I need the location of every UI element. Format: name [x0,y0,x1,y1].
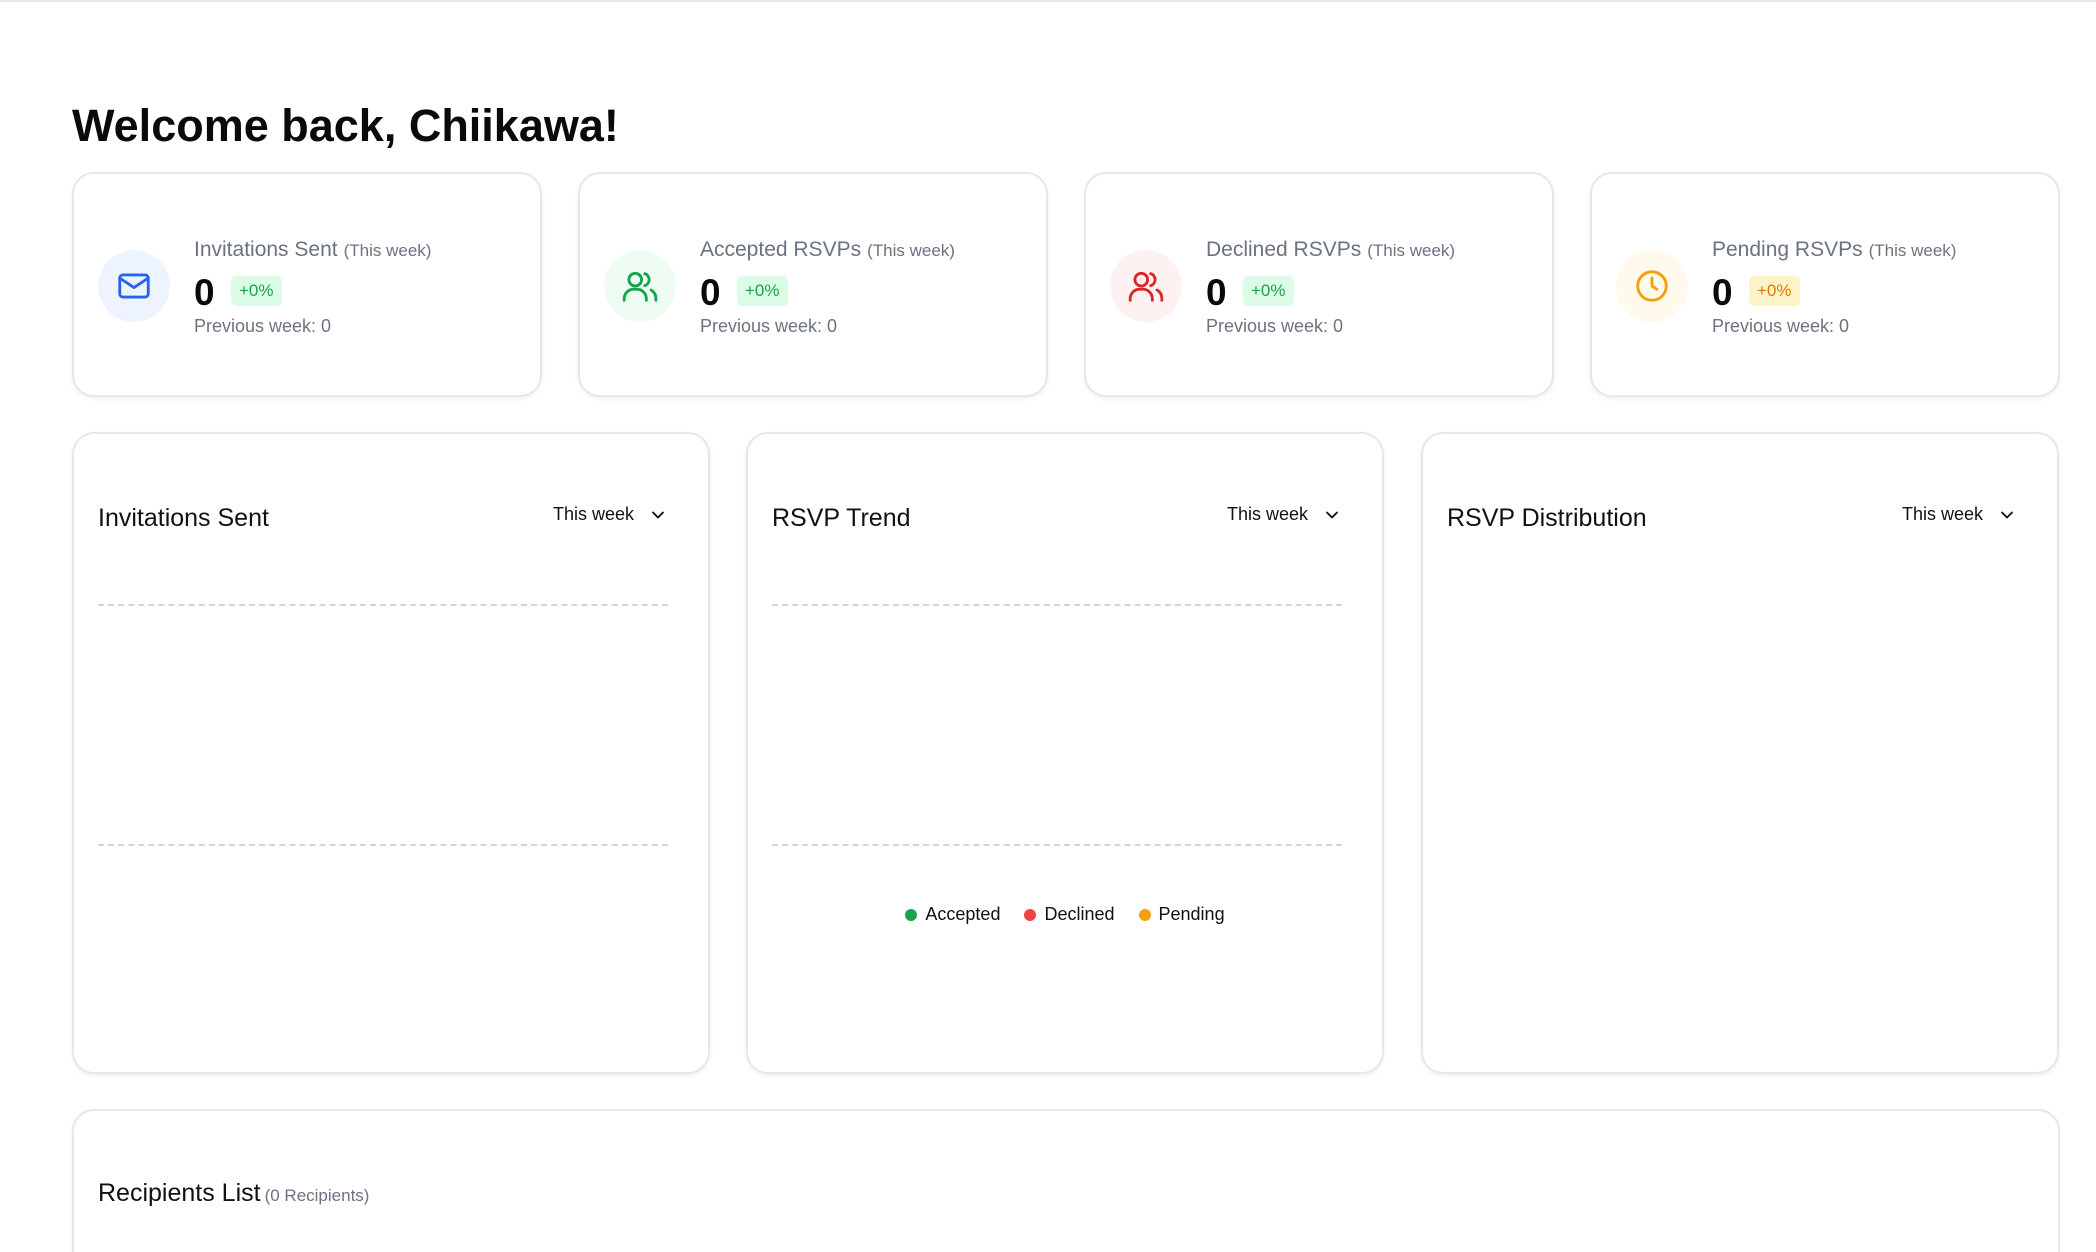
chart-gridline [772,604,1342,606]
chevron-down-icon [2001,511,2013,518]
stat-period: (This week) [1367,241,1456,260]
chart-gridline [772,844,1342,846]
stat-previous: Previous week: 0 [194,316,332,336]
stat-previous: Previous week: 0 [700,316,838,336]
chart-gridline [98,844,668,846]
mail-icon [98,250,170,322]
stat-change-badge: +0% [231,276,282,306]
stat-previous: Previous week: 0 [1206,316,1344,336]
top-border [0,0,2096,2]
stat-value: 0 [1206,272,1227,313]
stat-change-badge: +0% [737,276,788,306]
time-range-select[interactable]: This week [1902,504,2017,525]
time-range-label: This week [1226,504,1308,524]
time-range-label: This week [1901,504,1983,524]
stat-period: (This week) [867,241,955,260]
users-icon [604,250,676,322]
legend-item-declined[interactable]: Declined [1024,904,1115,925]
legend-item-pending[interactable]: Pending [1138,904,1225,925]
stat-period: (This week) [343,241,432,260]
rsvp-distribution-chart-card: RSVP Distribution This week [1421,432,2059,1074]
stat-value: 0 [700,272,721,313]
time-range-label: This week [552,504,634,524]
stat-card-accepted-rsvps: Accepted RSVPs (This week) 0 +0% Previous… [578,172,1048,397]
recipients-title: Recipients List [98,1179,261,1207]
stat-change-badge: +0% [1749,276,1800,306]
legend-label: Pending [1158,904,1225,924]
invitations-sent-chart-card: Invitations Sent This week [72,432,710,1074]
chart-title: Invitations Sent [98,504,269,532]
time-range-select[interactable]: This week [1227,504,1342,525]
stat-label: Accepted RSVPs [700,238,862,261]
stat-value: 0 [194,272,215,313]
chart-legend: Accepted Declined Pending [748,904,1382,925]
chart-gridline [98,604,668,606]
stat-label: Declined RSVPs [1206,238,1362,261]
rsvp-trend-chart-card: RSVP Trend This week Accepted Declined P… [746,432,1384,1074]
stat-label: Invitations Sent [194,238,338,261]
clock-icon [1616,250,1688,322]
legend-dot [1024,908,1037,921]
page-title: Welcome back, Chiikawa! [72,100,619,151]
stat-card-invitations-sent: Invitations Sent (This week) 0 +0% Previo… [72,172,542,397]
legend-dot [1138,908,1151,921]
stat-card-declined-rsvps: Declined RSVPs (This week) 0 +0% Previous… [1084,172,1554,397]
recipients-list-card: Recipients List (0 Recipients) [72,1109,2060,1252]
legend-dot [905,908,918,921]
users-icon [1110,250,1182,322]
stat-previous: Previous week: 0 [1712,316,1850,336]
chart-title: RSVP Trend [772,504,911,532]
stat-label: Pending RSVPs [1712,238,1863,261]
chart-title: RSVP Distribution [1447,504,1647,532]
chevron-down-icon [652,511,664,518]
legend-item-accepted[interactable]: Accepted [905,904,1000,925]
stat-change-badge: +0% [1243,276,1294,306]
chevron-down-icon [1326,511,1338,518]
stat-card-pending-rsvps: Pending RSVPs (This week) 0 +0% Previous … [1590,172,2060,397]
stat-period: (This week) [1868,241,1957,260]
recipients-count: (0 Recipients) [264,1186,370,1205]
stat-value: 0 [1712,272,1733,313]
legend-label: Accepted [925,904,1001,924]
time-range-select[interactable]: This week [553,504,668,525]
legend-label: Declined [1044,904,1115,924]
